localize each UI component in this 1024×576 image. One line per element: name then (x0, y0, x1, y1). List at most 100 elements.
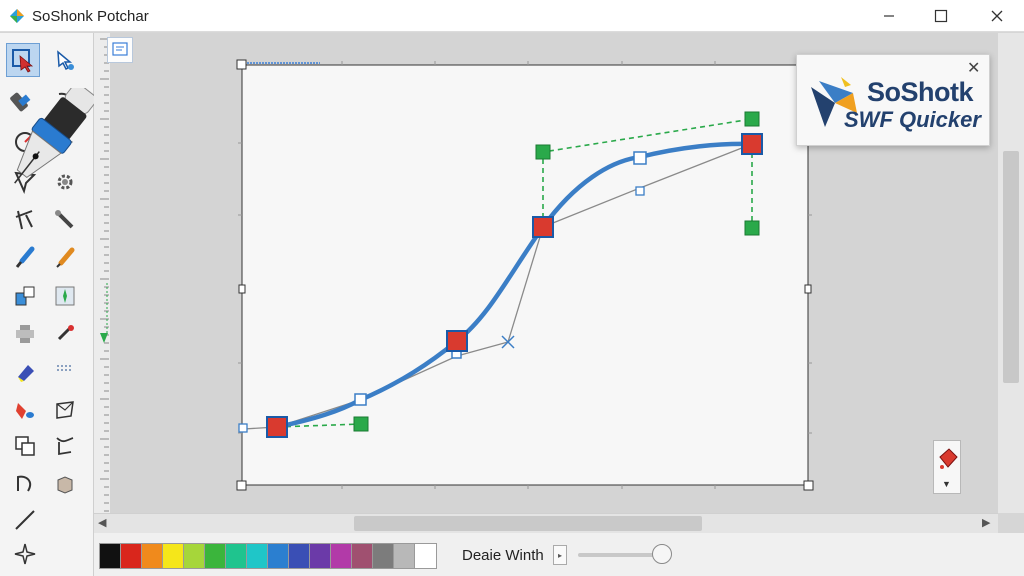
pencil-icon (56, 247, 75, 268)
anchor-point[interactable] (532, 216, 554, 238)
color-swatch[interactable] (163, 544, 184, 568)
application-window: SoShonk Potchar ✕ SoShotk SWF Quicker ▼ … (0, 0, 1024, 576)
maximize-button[interactable] (918, 0, 964, 32)
cube-tool[interactable] (48, 467, 82, 501)
color-swatch[interactable] (205, 544, 226, 568)
bezier-handle[interactable] (744, 111, 760, 127)
color-swatch[interactable] (310, 544, 331, 568)
eyedropper-tool[interactable] (48, 317, 82, 351)
subselect-icon (57, 50, 74, 71)
scroll-right-icon[interactable]: ▶ (982, 516, 990, 529)
close-icon[interactable]: ✕ (967, 58, 980, 78)
pencil-tool[interactable] (48, 241, 82, 275)
vertical-ruler (94, 33, 110, 513)
ink-bottle-icon (15, 286, 35, 306)
horizontal-scroll-thumb[interactable] (354, 516, 702, 531)
cube-icon (57, 476, 73, 494)
color-swatch[interactable] (268, 544, 289, 568)
color-swatch[interactable] (121, 544, 142, 568)
anchor-point[interactable] (446, 330, 468, 352)
control-point[interactable] (635, 186, 645, 196)
copy-icon (15, 436, 35, 456)
window-title: SoShonk Potchar (32, 8, 149, 25)
brand-name: SoShotk (867, 77, 974, 107)
stroke-width-stepper[interactable]: ▸ (553, 545, 567, 565)
color-swatch[interactable] (331, 544, 352, 568)
ink-bottle-tool[interactable] (8, 279, 42, 313)
ribbon-tool[interactable] (48, 429, 82, 463)
artboard-handle[interactable] (236, 480, 247, 491)
stroke-width-label: Deaie Winth (462, 547, 544, 564)
hand-icon (57, 365, 73, 371)
color-picker-panel[interactable]: ▼ (933, 440, 961, 494)
artboard-handle[interactable] (804, 284, 812, 294)
deco-icon (55, 286, 75, 306)
vertical-scrollbar[interactable] (998, 33, 1024, 513)
color-swatch[interactable] (247, 544, 268, 568)
color-swatch[interactable] (142, 544, 163, 568)
title-bar: SoShonk Potchar (0, 0, 1024, 32)
color-swatch[interactable] (184, 544, 205, 568)
subselect-tool[interactable] (48, 43, 82, 77)
color-swatch[interactable] (415, 544, 436, 568)
app-logo-icon (10, 9, 24, 23)
play-icon: ▸ (557, 550, 562, 560)
anchor-point[interactable] (266, 416, 288, 438)
close-button[interactable] (970, 0, 1024, 32)
eraser-icon (18, 365, 34, 382)
bezier-handle[interactable] (353, 416, 369, 432)
stroke-width-slider-knob[interactable] (652, 544, 672, 564)
brand-subtitle: SWF Quicker (844, 107, 981, 132)
paint-bucket-icon (939, 448, 958, 469)
minimize-button[interactable] (866, 0, 912, 32)
artboard-handle[interactable] (236, 59, 247, 70)
bottom-toolbar: Deaie Winth ▸ (94, 533, 1024, 576)
straight-line-tool[interactable] (8, 503, 42, 537)
selection-tool[interactable] (6, 43, 40, 77)
scroll-left-icon[interactable]: ◀ (98, 516, 106, 529)
color-swatch[interactable] (100, 544, 121, 568)
arrow-select-icon (12, 49, 34, 73)
bezier-handle[interactable] (535, 144, 551, 160)
artboard (241, 64, 809, 486)
deco-tool[interactable] (48, 279, 82, 313)
close-icon (991, 10, 1003, 22)
vertical-scroll-thumb[interactable] (1003, 151, 1019, 383)
color-swatch[interactable] (289, 544, 310, 568)
envelope-tool[interactable] (48, 393, 82, 427)
properties-panel-button[interactable] (107, 37, 133, 63)
eyedropper-icon (57, 324, 74, 341)
note-icon (112, 42, 128, 56)
brush-tool[interactable] (8, 241, 42, 275)
control-point[interactable] (633, 151, 647, 165)
anchor-point[interactable] (741, 133, 763, 155)
undo-tool[interactable] (8, 467, 42, 501)
color-swatch[interactable] (226, 544, 247, 568)
minimize-icon (884, 15, 894, 17)
branding-panel: ✕ SoShotk SWF Quicker (796, 54, 990, 146)
color-swatch[interactable] (394, 544, 415, 568)
paint-bucket-tool[interactable] (8, 393, 42, 427)
artboard-handle[interactable] (803, 480, 814, 491)
ribbon-icon (56, 437, 74, 456)
ruler-ticks (100, 38, 109, 512)
paint-bucket-icon (16, 403, 34, 419)
color-palette (99, 543, 437, 569)
shape-tool[interactable] (8, 317, 42, 351)
control-point[interactable] (238, 423, 248, 433)
hand-tool[interactable] (48, 355, 82, 389)
control-point[interactable] (354, 393, 367, 406)
bezier-handle[interactable] (744, 220, 760, 236)
shape-icon (16, 325, 34, 343)
eraser-tool[interactable] (8, 355, 42, 389)
sparkle-tool[interactable] (8, 537, 42, 571)
sparkle-icon (14, 543, 36, 565)
brush-icon (15, 246, 35, 268)
color-swatch[interactable] (373, 544, 394, 568)
undo-icon (17, 475, 32, 492)
maximize-icon (934, 9, 948, 23)
copy-tool[interactable] (8, 429, 42, 463)
artboard-handle[interactable] (238, 284, 246, 294)
horizontal-scrollbar[interactable]: ◀ ▶ (94, 513, 998, 533)
color-swatch[interactable] (352, 544, 373, 568)
